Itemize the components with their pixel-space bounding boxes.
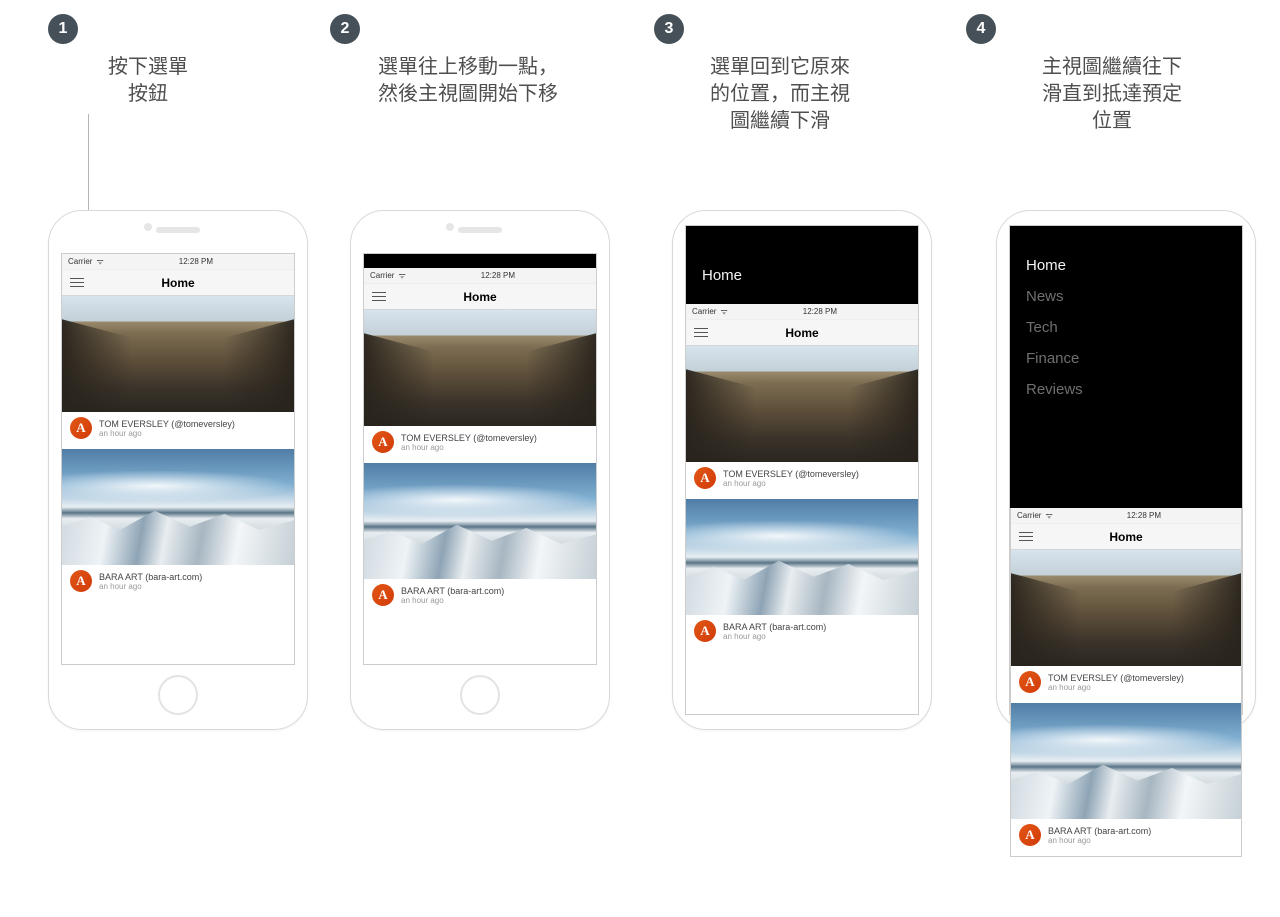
feed-photo-street[interactable] [686,346,918,462]
menu-item-tech[interactable]: Tech [1026,312,1226,343]
nav-bar: Home [364,284,596,310]
wifi-icon: ᯤ [720,306,727,317]
author-row[interactable]: A TOM EVERSLEY (@tomeversley) an hour ag… [62,412,294,449]
feed[interactable]: A TOM EVERSLEY (@tomeversley) an hour ag… [686,346,918,652]
step-caption-4: 主視圖繼續往下 滑直到抵達預定 位置 [1002,54,1222,135]
avatar: A [1019,671,1041,693]
phone-mockup-3: Home Carrierᯤ 12:28 PM Home A TOM EVERS [672,210,932,730]
wifi-icon: ᯤ [398,270,405,281]
status-bar: Carrier ᯤ 12:28 PM [62,254,294,270]
author-time: an hour ago [99,582,202,591]
step-badge-2: 2 [330,14,360,44]
avatar: A [372,584,394,606]
menu-item-news[interactable]: News [1026,281,1226,312]
avatar: A [372,431,394,453]
carrier-label: Carrier [68,257,92,266]
feed[interactable]: A TOM EVERSLEY (@tomeversley) an hour ag… [364,310,596,616]
author-name: BARA ART (bara-art.com) [99,572,202,582]
step-badge-1: 1 [48,14,78,44]
avatar: A [70,417,92,439]
author-row[interactable]: A BARA ART (bara-art.com) an hour ago [364,579,596,616]
phone-mockup-1: Carrier ᯤ 12:28 PM Home A TOM EVERSLEY (@… [48,210,308,730]
phone-mockup-4: Home News Tech Finance Reviews Carrierᯤ … [996,210,1256,730]
avatar: A [694,467,716,489]
author-row[interactable]: A BARA ART (bara-art.com) an hour ago [1011,819,1241,856]
home-button[interactable] [158,675,198,715]
menu-panel[interactable]: Home News Tech Finance Reviews [1010,226,1242,508]
main-view[interactable]: Carrierᯤ 12:28 PM Home A TOM EVERSLEY (@… [1010,508,1242,857]
status-bar: Carrierᯤ 12:28 PM [364,268,596,284]
menu-icon[interactable] [372,292,386,302]
step-badge-3: 3 [654,14,684,44]
author-row[interactable]: A TOM EVERSLEY (@tomeversley) an hour ag… [364,426,596,463]
wifi-icon: ᯤ [96,256,103,267]
menu-panel-peek [364,254,596,268]
nav-bar: Home [686,320,918,346]
status-bar: Carrierᯤ 12:28 PM [1011,508,1241,524]
phone-mockup-2: Carrierᯤ 12:28 PM Home A TOM EVERSLEY (@… [350,210,610,730]
nav-bar: Home [62,270,294,296]
step-caption-3: 選單回到它原來 的位置，而主視 圖繼續下滑 [670,54,890,135]
author-time: an hour ago [99,429,235,438]
menu-item-home[interactable]: Home [702,260,902,291]
menu-icon[interactable] [70,278,84,288]
step-caption-2: 選單往上移動一點， 然後主視圖開始下移 [338,54,598,108]
feed-photo-street[interactable] [62,296,294,412]
feed-photo-mountain[interactable] [1011,703,1241,819]
author-row[interactable]: A TOM EVERSLEY (@tomeversley) an hour ag… [1011,666,1241,703]
wifi-icon: ᯤ [1045,510,1052,521]
menu-icon[interactable] [1019,532,1033,542]
menu-icon[interactable] [694,328,708,338]
avatar: A [694,620,716,642]
status-bar: Carrierᯤ 12:28 PM [686,304,918,320]
step-badge-4: 4 [966,14,996,44]
author-row[interactable]: A BARA ART (bara-art.com) an hour ago [62,565,294,602]
feed-photo-mountain[interactable] [364,463,596,579]
feed[interactable]: A TOM EVERSLEY (@tomeversley) an hour ag… [62,296,294,602]
avatar: A [1019,824,1041,846]
author-name: TOM EVERSLEY (@tomeversley) [99,419,235,429]
feed-photo-street[interactable] [1011,550,1241,666]
feed-photo-mountain[interactable] [62,449,294,565]
main-view[interactable]: Carrierᯤ 12:28 PM Home A TOM EVERSLEY (@… [686,304,918,652]
clock-label: 12:28 PM [179,257,213,266]
avatar: A [70,570,92,592]
feed[interactable]: A TOM EVERSLEY (@tomeversley) an hour ag… [1011,550,1241,856]
author-row[interactable]: A BARA ART (bara-art.com) an hour ago [686,615,918,652]
feed-photo-street[interactable] [364,310,596,426]
menu-panel[interactable]: Home [686,226,918,304]
home-button[interactable] [460,675,500,715]
menu-item-reviews[interactable]: Reviews [1026,374,1226,405]
nav-bar: Home [1011,524,1241,550]
feed-photo-mountain[interactable] [686,499,918,615]
author-row[interactable]: A TOM EVERSLEY (@tomeversley) an hour ag… [686,462,918,499]
nav-title: Home [62,276,294,290]
menu-item-home[interactable]: Home [1026,250,1226,281]
menu-item-finance[interactable]: Finance [1026,343,1226,374]
step-caption-1: 按下選單 按鈕 [58,54,238,108]
